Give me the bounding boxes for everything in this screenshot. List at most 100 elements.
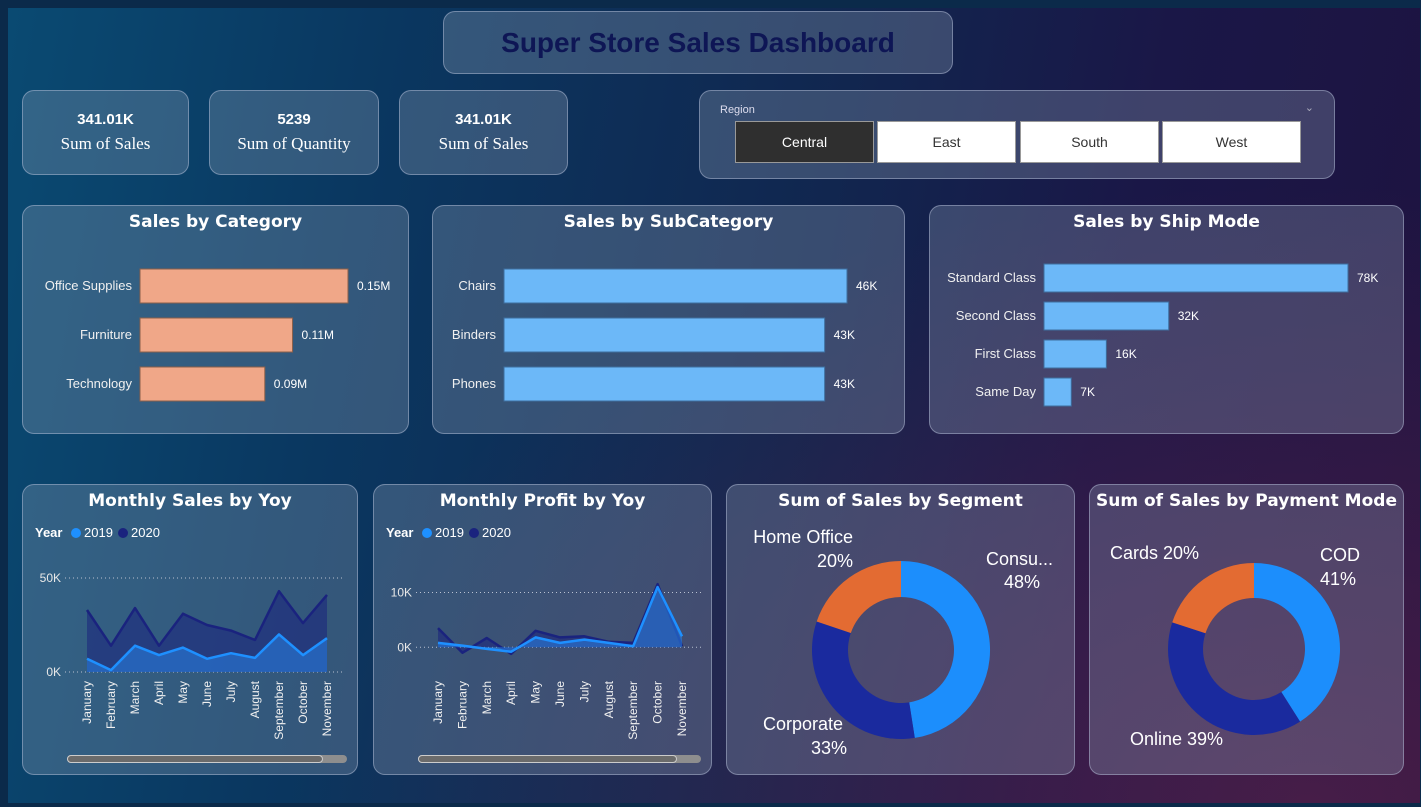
y-tick-label: 0K: [46, 665, 61, 679]
sales-by-category-panel: Sales by Category Office Supplies 0.15M Fu…: [22, 205, 409, 434]
x-tick-label: November: [320, 681, 334, 736]
sales-by-payment-panel: Sum of Sales by Payment Mode COD 41% Onlin…: [1089, 484, 1404, 775]
legend-title: Year: [35, 525, 62, 540]
x-tick-label: May: [529, 681, 543, 704]
x-tick-label: August: [248, 680, 262, 718]
legend-entry: 2020: [482, 525, 511, 540]
legend-marker: [71, 528, 81, 538]
sales-by-subcategory-chart: Chairs 46K Binders 43K Phones 43K: [452, 268, 877, 402]
slice-percent: 20%: [817, 551, 853, 571]
bar: [503, 268, 848, 304]
kpi-label: Sum of Quantity: [237, 134, 351, 153]
category-label: First Class: [975, 346, 1037, 361]
sales-by-subcategory-panel: Sales by SubCategory Chairs 46K Binders 43K…: [432, 205, 905, 434]
slice-label: COD: [1320, 545, 1360, 565]
x-tick-label: November: [675, 681, 689, 736]
horizontal-scrollbar[interactable]: [67, 755, 347, 763]
bar: [1043, 301, 1170, 331]
legend-marker: [469, 528, 479, 538]
x-tick-label: January: [431, 681, 445, 724]
legend-entry: 2019: [84, 525, 113, 540]
bar: [1043, 377, 1072, 407]
data-label: 16K: [1115, 347, 1136, 361]
category-label: Same Day: [975, 384, 1036, 399]
x-tick-label: June: [553, 681, 567, 707]
x-tick-label: February: [104, 681, 118, 729]
x-tick-label: May: [176, 681, 190, 704]
data-label: 0.09M: [274, 377, 307, 391]
slice-label: Consu...: [986, 549, 1053, 569]
x-tick-label: July: [224, 681, 238, 702]
data-label: 78K: [1357, 271, 1378, 285]
kpi-card-sales-2: 341.01K Sum of Sales: [399, 90, 568, 175]
region-option-west[interactable]: West: [1162, 121, 1301, 163]
scrollbar-thumb[interactable]: [418, 755, 677, 763]
bar: [503, 366, 826, 402]
category-label: Standard Class: [947, 270, 1036, 285]
category-label: Chairs: [458, 278, 496, 293]
x-tick-label: July: [577, 681, 591, 702]
region-slicer: Region ⌄ Central East South West: [699, 90, 1335, 179]
y-tick-label: 0K: [397, 640, 412, 654]
pie-slice: [901, 561, 991, 738]
bar: [139, 268, 349, 304]
sales-by-shipmode-chart: Standard Class 78K Second Class 32K First Cl…: [947, 263, 1378, 407]
slice-label: Cards 20%: [1110, 543, 1199, 563]
scrollbar-thumb[interactable]: [67, 755, 323, 763]
slice-label: Online 39%: [1130, 729, 1223, 749]
x-tick-label: April: [504, 681, 518, 705]
x-tick-label: February: [455, 681, 469, 729]
kpi-card-quantity: 5239 Sum of Quantity: [209, 90, 379, 175]
slice-percent: 33%: [811, 738, 847, 758]
kpi-label: Sum of Sales: [60, 134, 151, 153]
x-tick-label: September: [626, 681, 640, 740]
x-tick-label: March: [128, 681, 142, 714]
x-tick-label: June: [200, 681, 214, 707]
bar: [1043, 339, 1107, 369]
sales-by-payment-chart: COD 41% Online 39% Cards 20%: [1110, 543, 1360, 749]
region-option-central[interactable]: Central: [735, 121, 874, 163]
legend-title: Year: [386, 525, 413, 540]
data-label: 7K: [1080, 385, 1095, 399]
kpi-label: Sum of Sales: [438, 134, 529, 153]
data-label: 46K: [856, 279, 877, 293]
pie-slice: [1172, 563, 1254, 634]
legend-marker: [422, 528, 432, 538]
dashboard-title: Super Store Sales Dashboard: [501, 26, 895, 58]
bar: [1043, 263, 1349, 293]
dashboard-canvas: Super Store Sales Dashboard 341.01K Sum …: [8, 8, 1420, 803]
region-option-east[interactable]: East: [877, 121, 1016, 163]
legend-marker: [118, 528, 128, 538]
chevron-down-icon[interactable]: ⌄: [1305, 101, 1314, 114]
legend-entry: 2020: [131, 525, 160, 540]
pie-slice: [816, 561, 901, 633]
x-tick-label: September: [272, 681, 286, 740]
region-option-south[interactable]: South: [1020, 121, 1159, 163]
sales-by-segment-chart: Consu... 48% Corporate 33% Home Office 20%: [753, 527, 1053, 758]
kpi-value: 341.01K: [455, 111, 512, 128]
monthly-sales-chart: Year 2019 2020 50K 0K January February March Apr…: [35, 525, 345, 740]
category-label: Technology: [66, 376, 132, 391]
x-tick-label: October: [651, 681, 665, 724]
bar: [503, 317, 826, 353]
category-label: Phones: [452, 376, 497, 391]
slice-label: Home Office: [753, 527, 853, 547]
kpi-value: 341.01K: [77, 111, 134, 128]
legend-entry: 2019: [435, 525, 464, 540]
sales-by-segment-panel: Sum of Sales by Segment Consu... 48% Corpo…: [726, 484, 1075, 775]
y-tick-label: 10K: [391, 585, 412, 599]
horizontal-scrollbar[interactable]: [418, 755, 701, 763]
y-tick-label: 50K: [40, 571, 61, 585]
kpi-value: 5239: [277, 111, 311, 128]
bar: [139, 366, 266, 402]
x-tick-label: March: [480, 681, 494, 714]
data-label: 0.11M: [302, 328, 334, 342]
slice-percent: 48%: [1004, 572, 1040, 592]
x-tick-label: August: [602, 680, 616, 718]
data-label: 43K: [834, 328, 855, 342]
kpi-card-sales: 341.01K Sum of Sales: [22, 90, 189, 175]
category-label: Furniture: [80, 327, 132, 342]
slice-label: Corporate: [763, 714, 843, 734]
sales-by-shipmode-panel: Sales by Ship Mode Standard Class 78K Seco…: [929, 205, 1404, 434]
sales-by-category-chart: Office Supplies 0.15M Furniture 0.11M Techno…: [45, 268, 390, 402]
